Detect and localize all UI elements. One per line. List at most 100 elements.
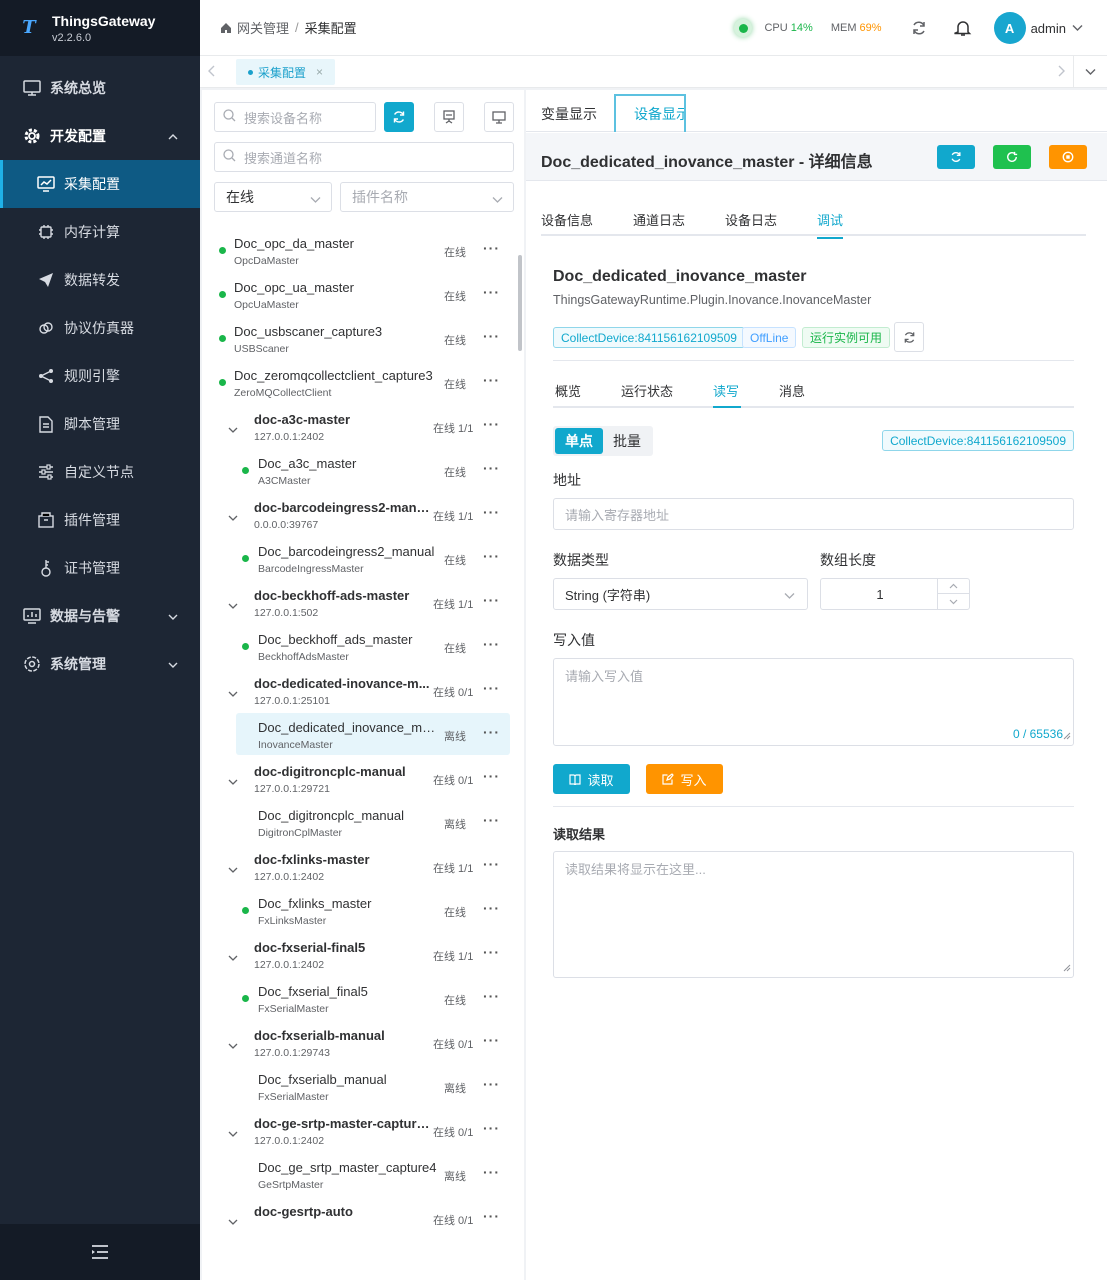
tab-device-info[interactable]: 设备信息 <box>541 210 593 229</box>
chevron-down-icon[interactable] <box>228 1126 238 1141</box>
write-button[interactable]: 写入 <box>646 764 723 794</box>
more-icon[interactable]: ··· <box>483 285 500 299</box>
chevron-down-icon[interactable] <box>228 1214 238 1229</box>
increment-button[interactable] <box>937 579 969 594</box>
avatar[interactable]: A <box>993 12 1026 44</box>
breadcrumb-gateway[interactable]: 网关管理 <box>237 18 289 37</box>
more-icon[interactable]: ··· <box>483 901 500 915</box>
sidebar-item-overview[interactable]: 系统总览 <box>0 64 200 112</box>
more-icon[interactable]: ··· <box>483 857 500 871</box>
tab-debug[interactable]: 调试 <box>817 210 844 239</box>
channel-group-row[interactable]: doc-fxserial-final5 127.0.0.1:2402 在线 1/1 ·… <box>202 932 518 976</box>
more-icon[interactable]: ··· <box>483 813 500 827</box>
read-button[interactable]: 读取 <box>553 764 630 794</box>
chevron-down-icon[interactable] <box>228 686 238 701</box>
more-icon[interactable]: ··· <box>483 1165 500 1179</box>
channel-group-row[interactable]: doc-beckhoff-ads-master 127.0.0.1:502 在线 1… <box>202 580 518 624</box>
channel-group-row[interactable]: doc-barcodeingress2-manual 0.0.0.0:39767 在… <box>202 492 518 536</box>
tab-channel-log[interactable]: 通道日志 <box>633 210 685 229</box>
more-icon[interactable]: ··· <box>483 329 500 343</box>
chevron-down-icon[interactable] <box>228 1038 238 1053</box>
device-row[interactable]: Doc_fxserial_final5 FxSerialMaster 在线 ··· <box>202 976 518 1020</box>
chevron-down-icon[interactable] <box>228 510 238 525</box>
resize-handle-icon[interactable] <box>1063 960 1071 975</box>
status-filter-select[interactable]: 在线 <box>214 182 332 212</box>
notifications-button[interactable] <box>952 17 974 39</box>
device-row[interactable]: Doc_zeromqcollectclient_capture3 ZeroMQCo… <box>202 360 518 404</box>
channel-group-row[interactable]: doc-fxserialb-manual 127.0.0.1:29743 在线 0/… <box>202 1020 518 1064</box>
more-icon[interactable]: ··· <box>483 1033 500 1047</box>
tree-scrollbar[interactable] <box>518 255 522 351</box>
device-row[interactable]: Doc_beckhoff_ads_master BeckhoffAdsMaster… <box>202 624 518 668</box>
tab-read-write[interactable]: 读写 <box>713 381 739 400</box>
sidebar-item-rule-engine[interactable]: 规则引擎 <box>0 352 200 400</box>
chevron-down-icon[interactable] <box>1072 24 1083 32</box>
plugin-filter-select[interactable]: 插件名称 <box>340 182 514 212</box>
write-value-textarea[interactable]: 请输入写入值 0 / 65536 <box>553 658 1074 746</box>
more-icon[interactable]: ··· <box>483 1209 500 1223</box>
more-icon[interactable]: ··· <box>483 1121 500 1135</box>
device-row[interactable]: Doc_a3c_master A3CMaster 在线 ··· <box>202 448 518 492</box>
tab-device-log[interactable]: 设备日志 <box>725 210 777 229</box>
tab-messages[interactable]: 消息 <box>779 381 805 400</box>
datatype-select[interactable]: String (字符串) <box>553 578 808 610</box>
restart-device-button[interactable] <box>993 145 1031 169</box>
tab-overview[interactable]: 概览 <box>555 381 581 400</box>
channel-group-row[interactable]: doc-fxlinks-master 127.0.0.1:2402 在线 1/1 ··… <box>202 844 518 888</box>
channel-group-row[interactable]: doc-digitroncplc-manual 127.0.0.1:29721 在线… <box>202 756 518 800</box>
chevron-down-icon[interactable] <box>228 950 238 965</box>
sidebar-item-system-mgmt[interactable]: 系统管理 <box>0 640 200 688</box>
tabs-scroll-right-icon[interactable] <box>1057 65 1065 80</box>
tab-collect-config[interactable]: 采集配置 × <box>236 59 336 85</box>
channel-group-row[interactable]: doc-ge-srtp-master-capture4 127.0.0.1:240… <box>202 1108 518 1152</box>
device-row[interactable]: Doc_barcodeingress2_manual BarcodeIngress… <box>202 536 518 580</box>
more-icon[interactable]: ··· <box>483 505 500 519</box>
decrement-button[interactable] <box>937 594 969 609</box>
sidebar-item-data-forward[interactable]: 数据转发 <box>0 256 200 304</box>
sidebar-item-cert-mgmt[interactable]: 证书管理 <box>0 544 200 592</box>
device-row[interactable]: Doc_opc_da_master OpcDaMaster 在线 ··· <box>202 228 518 272</box>
more-icon[interactable]: ··· <box>483 1077 500 1091</box>
device-search-input[interactable]: 搜索设备名称 <box>214 102 376 132</box>
tab-device-view[interactable]: 设备显示 <box>614 94 686 132</box>
resize-handle-icon[interactable] <box>1063 728 1071 743</box>
read-result-textarea[interactable]: 读取结果将显示在这里... <box>553 851 1074 978</box>
chevron-down-icon[interactable] <box>228 774 238 789</box>
refresh-status-button[interactable] <box>894 322 924 352</box>
more-icon[interactable]: ··· <box>483 989 500 1003</box>
sidebar-item-plugin-mgmt[interactable]: 插件管理 <box>0 496 200 544</box>
channel-group-row[interactable]: doc-gesrtp-auto 在线 0/1 ··· <box>202 1196 518 1240</box>
device-row[interactable]: Doc_dedicated_inovance_ma... InovanceMast… <box>202 712 518 756</box>
more-icon[interactable]: ··· <box>483 461 500 475</box>
sidebar-item-collect-config[interactable]: 采集配置 <box>0 160 200 208</box>
chevron-down-icon[interactable] <box>228 862 238 877</box>
more-icon[interactable]: ··· <box>483 417 500 431</box>
close-icon[interactable]: × <box>316 65 323 79</box>
tabs-menu-button[interactable] <box>1073 56 1107 88</box>
sidebar-item-script-mgmt[interactable]: 脚本管理 <box>0 400 200 448</box>
more-icon[interactable]: ··· <box>483 549 500 563</box>
more-icon[interactable]: ··· <box>483 593 500 607</box>
device-row[interactable]: Doc_fxserialb_manual FxSerialMaster 离线 ··· <box>202 1064 518 1108</box>
sidebar-item-data-alarm[interactable]: 数据与告警 <box>0 592 200 640</box>
screen-view-button[interactable] <box>484 102 514 132</box>
more-icon[interactable]: ··· <box>483 241 500 255</box>
sidebar-item-custom-node[interactable]: 自定义节点 <box>0 448 200 496</box>
chevron-down-icon[interactable] <box>228 422 238 437</box>
chevron-down-icon[interactable] <box>228 598 238 613</box>
channel-group-row[interactable]: doc-dedicated-inovance-m... 127.0.0.1:251… <box>202 668 518 712</box>
mode-single-button[interactable]: 单点 <box>555 428 603 454</box>
device-row[interactable]: Doc_digitroncplc_manual DigitronCplMaster… <box>202 800 518 844</box>
device-row[interactable]: Doc_fxlinks_master FxLinksMaster 在线 ··· <box>202 888 518 932</box>
collapse-menu-button[interactable] <box>0 1224 200 1280</box>
more-icon[interactable]: ··· <box>483 373 500 387</box>
refresh-detail-button[interactable] <box>937 145 975 169</box>
tab-run-status[interactable]: 运行状态 <box>621 381 673 400</box>
device-row[interactable]: Doc_opc_ua_master OpcUaMaster 在线 ··· <box>202 272 518 316</box>
array-length-stepper[interactable]: 1 <box>820 578 970 610</box>
tab-variable-view[interactable]: 变量显示 <box>541 104 597 124</box>
more-icon[interactable]: ··· <box>483 945 500 959</box>
refresh-tree-button[interactable] <box>384 102 414 132</box>
device-row[interactable]: Doc_usbscaner_capture3 USBScaner 在线 ··· <box>202 316 518 360</box>
user-menu[interactable]: admin <box>1031 21 1066 36</box>
